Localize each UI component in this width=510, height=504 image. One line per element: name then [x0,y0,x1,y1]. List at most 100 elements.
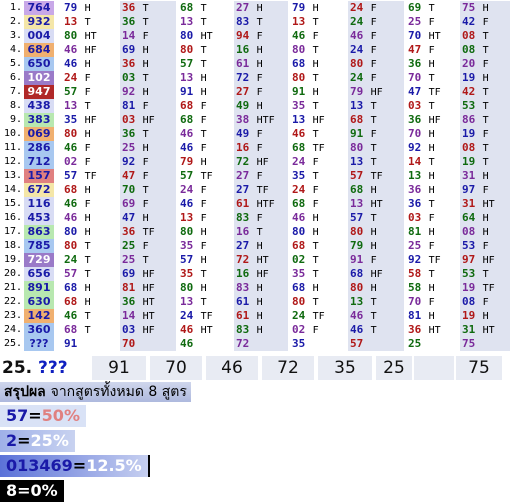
formula-cell: 57 F [62,85,118,99]
formula-number: 24 [350,1,364,14]
formula-number: 46 [64,309,78,322]
formula-cell: 46 HT [178,323,232,337]
formula-grid: 1. 764 79 H 36 T 68 T 27 H 79 H 24 F 69 T 75 H 2. 9… [0,0,510,356]
row-pair: 656 [24,267,54,281]
formula-tag: T [84,311,91,322]
formula-number: 16 [236,141,250,154]
formula-tag: HF [312,115,325,126]
prediction-value: 46 [206,356,258,380]
formula-cell: 80 H [178,281,232,295]
formula-cell: 80 T [290,295,346,309]
formula-cell: 68 H [290,57,346,71]
formula-cell: 97 F [460,183,510,197]
formula-cell: 79 H [62,1,118,15]
formula-number: 02 [64,155,78,168]
formula-tag: T [370,101,377,112]
formula-number: 25 [122,253,136,266]
formula-tag: HF [256,157,269,168]
formula-tag: T [200,297,207,308]
formula-cell: 57 [348,337,404,351]
formula-cell: 57 TF [178,169,232,183]
row-pair: 004 [24,29,54,43]
formula-tag: F [428,297,435,308]
formula-number: 13 [350,99,364,112]
formula-cell: 53 T [460,99,510,113]
formula-tag: T [200,59,207,70]
formula-cell: 47 F [406,43,458,57]
formula-number: 36 [122,225,136,238]
formula-number: 19 [462,71,476,84]
formula-tag: H [370,185,377,196]
formula-cell: 19 F [460,127,510,141]
formula-cell: 64 H [460,211,510,225]
formula-number: 46 [350,323,364,336]
formula-tag: H [256,325,263,336]
formula-tag: F [428,45,435,56]
row-pair: 863 [24,225,54,239]
formula-tag: H [428,171,435,182]
formula-tag: F [370,17,377,28]
formula-number: 58 [408,281,422,294]
formula-cell: 25 T [120,253,176,267]
formula-number: 27 [236,239,250,252]
formula-number: 92 [122,155,136,168]
formula-number: 68 [292,197,306,210]
formula-tag: T [312,171,319,182]
formula-number: 25 [122,141,136,154]
row-index: 6. [9,72,22,83]
formula-cell: 13 HF [290,113,346,127]
formula-cell: 14 HT [120,309,176,323]
row-index: 9. [9,114,22,125]
formula-number: 19 [462,127,476,140]
formula-cell: 80 H [62,225,118,239]
formula-tag: F [142,241,149,252]
formula-number: 46 [180,337,194,350]
formula-number: 57 [180,57,194,70]
formula-tag: H [256,297,263,308]
formula-number: 03 [408,211,422,224]
formula-tag: H [84,129,91,140]
formula-tag: T [200,3,207,14]
formula-cell: 13 T [348,295,404,309]
prediction-value: 25 [376,356,412,380]
formula-number: 24 [292,183,306,196]
formula-cell: 79 HF [348,85,404,99]
row-index: 18. [3,240,22,251]
formula-tag: F [200,185,207,196]
formula-cell: 91 H [290,85,346,99]
formula-tag: H [200,227,207,238]
formula-tag: F [312,157,319,168]
formula-tag: H [84,227,91,238]
formula-tag: T [428,101,435,112]
formula-tag: H [84,213,91,224]
formula-cell: 46 H [62,211,118,225]
formula-cell: 68 H [62,281,118,295]
formula-tag: T [428,269,435,280]
formula-tag: H [312,213,319,224]
row-index: 15. [3,198,22,209]
formula-cell: 46 F [178,197,232,211]
formula-cell: 68 F [178,113,232,127]
grid-row: 21. 891 68 H 81 HF 80 H 83 H 68 H 80 H 58 H 19 TF [0,281,510,295]
formula-tag: T [256,227,263,238]
formula-number: 53 [462,267,476,280]
formula-number: 79 [292,1,306,14]
formula-number: 31 [462,197,476,210]
formula-tag: F [84,143,91,154]
formula-number: 03 [408,99,422,112]
formula-cell: 91 F [348,253,404,267]
formula-number: 19 [462,309,476,322]
formula-number: 13 [180,15,194,28]
formula-number: 47 [408,85,422,98]
formula-cell: 72 HT [234,253,288,267]
formula-tag: H [312,227,319,238]
formula-number: 36 [408,183,422,196]
grid-row: 10. 069 80 H 36 T 46 T 49 F 46 T 91 F 70 H 19 F [0,127,510,141]
formula-number: 80 [350,141,364,154]
formula-number: 14 [122,29,136,42]
formula-tag: T [482,31,489,42]
formula-number: 35 [180,239,194,252]
formula-number: 36 [122,15,136,28]
formula-tag: H [142,45,149,56]
formula-cell: 91 F [348,127,404,141]
